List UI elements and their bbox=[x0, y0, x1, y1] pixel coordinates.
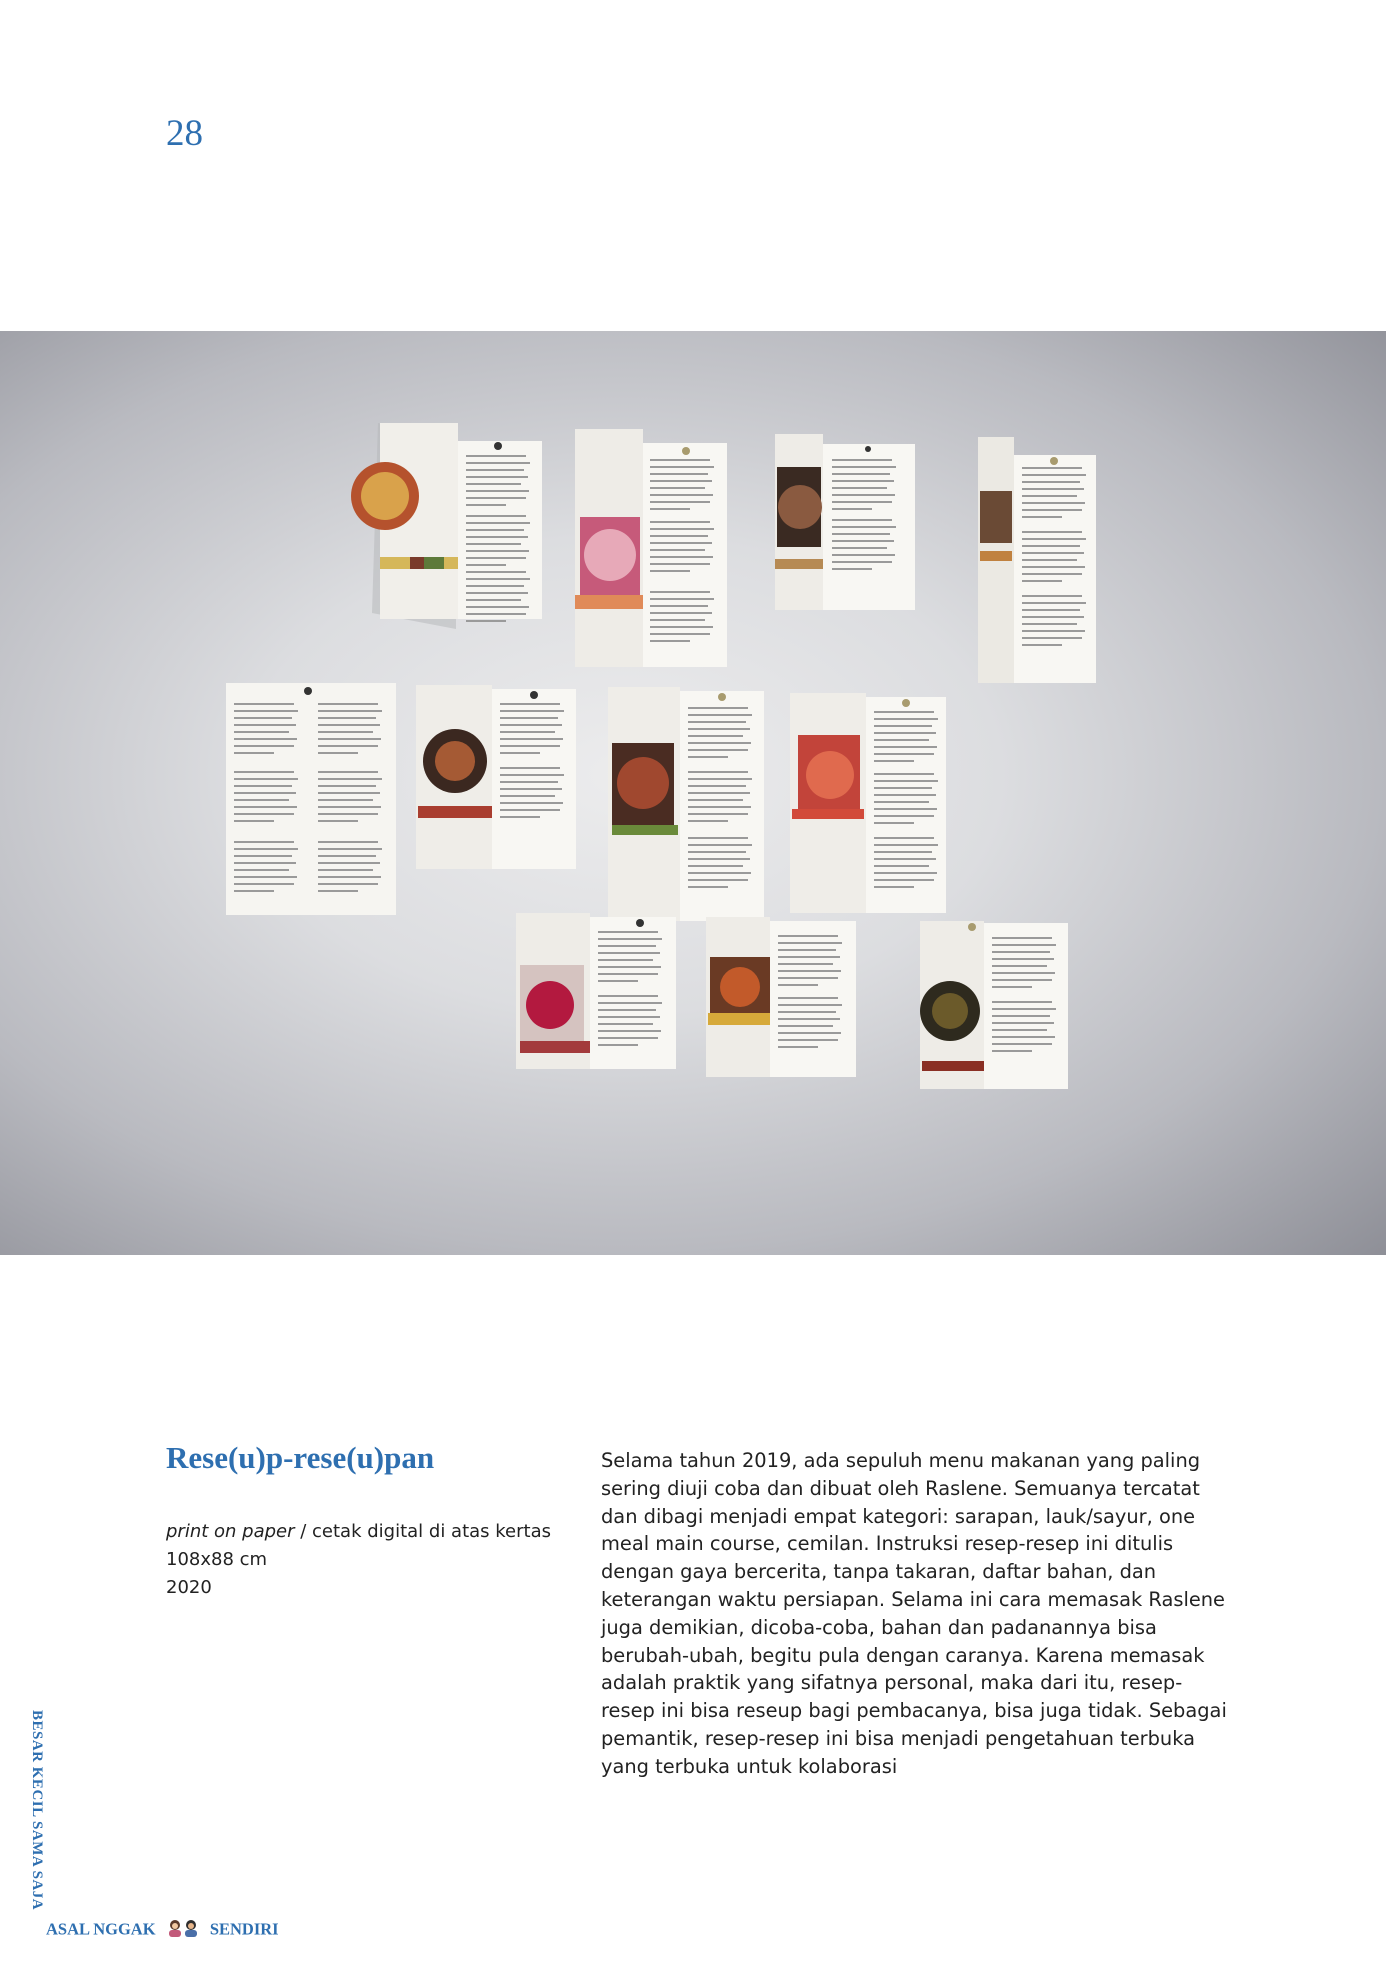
medium-id: / cetak digital di atas kertas bbox=[294, 1521, 551, 1542]
recipe-card bbox=[706, 917, 856, 1077]
recipe-card bbox=[978, 437, 1096, 683]
footer-running-title: ASAL NGGAK SENDIRI bbox=[46, 1919, 279, 1942]
description-line: yang terbuka untuk kolaborasi bbox=[601, 1754, 898, 1778]
description-line: adalah praktik yang sifatnya personal, m… bbox=[601, 1671, 1183, 1695]
recipe-card bbox=[920, 921, 1068, 1089]
artwork-year: 2020 bbox=[166, 1577, 212, 1598]
page-number: 28 bbox=[166, 113, 203, 154]
description-line: juga demikian, dicoba-coba, bahan dan pa… bbox=[601, 1615, 1157, 1639]
recipe-card bbox=[775, 434, 915, 610]
exhibition-photo bbox=[0, 331, 1386, 1255]
two-people-icon bbox=[166, 1919, 200, 1942]
artwork-title: Rese(u)p-rese(u)pan bbox=[166, 1440, 435, 1475]
recipe-card bbox=[416, 685, 576, 869]
description-line: pemantik, resep-resep ini bisa menjadi p… bbox=[601, 1726, 1195, 1750]
artwork-meta: print on paper / cetak digital di atas k… bbox=[166, 1518, 551, 1602]
recipe-card bbox=[226, 683, 396, 915]
artwork-dimensions: 108x88 cm bbox=[166, 1549, 268, 1570]
description-line: keterangan waktu persiapan. Selama ini c… bbox=[601, 1587, 1225, 1611]
description-line: dan dibagi menjadi empat kategori: sarap… bbox=[601, 1504, 1196, 1528]
recipe-card bbox=[575, 429, 727, 667]
artwork-description: Selama tahun 2019, ada sepuluh menu maka… bbox=[601, 1447, 1231, 1781]
recipe-card bbox=[790, 693, 946, 913]
description-line: resep ini bisa reseup bagi pembacanya, b… bbox=[601, 1699, 1227, 1723]
description-line: sering diuji coba dan dibuat oleh Raslen… bbox=[601, 1476, 1200, 1500]
description-line: Selama tahun 2019, ada sepuluh menu maka… bbox=[601, 1449, 1201, 1472]
description-line: dengan gaya bercerita, tanpa takaran, da… bbox=[601, 1560, 1157, 1584]
recipe-card bbox=[516, 913, 676, 1069]
recipe-card bbox=[608, 687, 764, 921]
medium-line: print on paper / cetak digital di atas k… bbox=[166, 1518, 551, 1546]
description-line: meal main course, cemilan. Instruksi res… bbox=[601, 1532, 1174, 1556]
footer-left-text: ASAL NGGAK bbox=[46, 1919, 156, 1939]
side-running-title: BESAR KECIL SAMA SAJA bbox=[29, 1710, 45, 1911]
description-line: berubah-ubah, begitu pula dengan caranya… bbox=[601, 1643, 1205, 1667]
medium-en: print on paper bbox=[166, 1521, 295, 1542]
recipe-card bbox=[351, 423, 542, 629]
footer-right-text: SENDIRI bbox=[209, 1919, 279, 1939]
